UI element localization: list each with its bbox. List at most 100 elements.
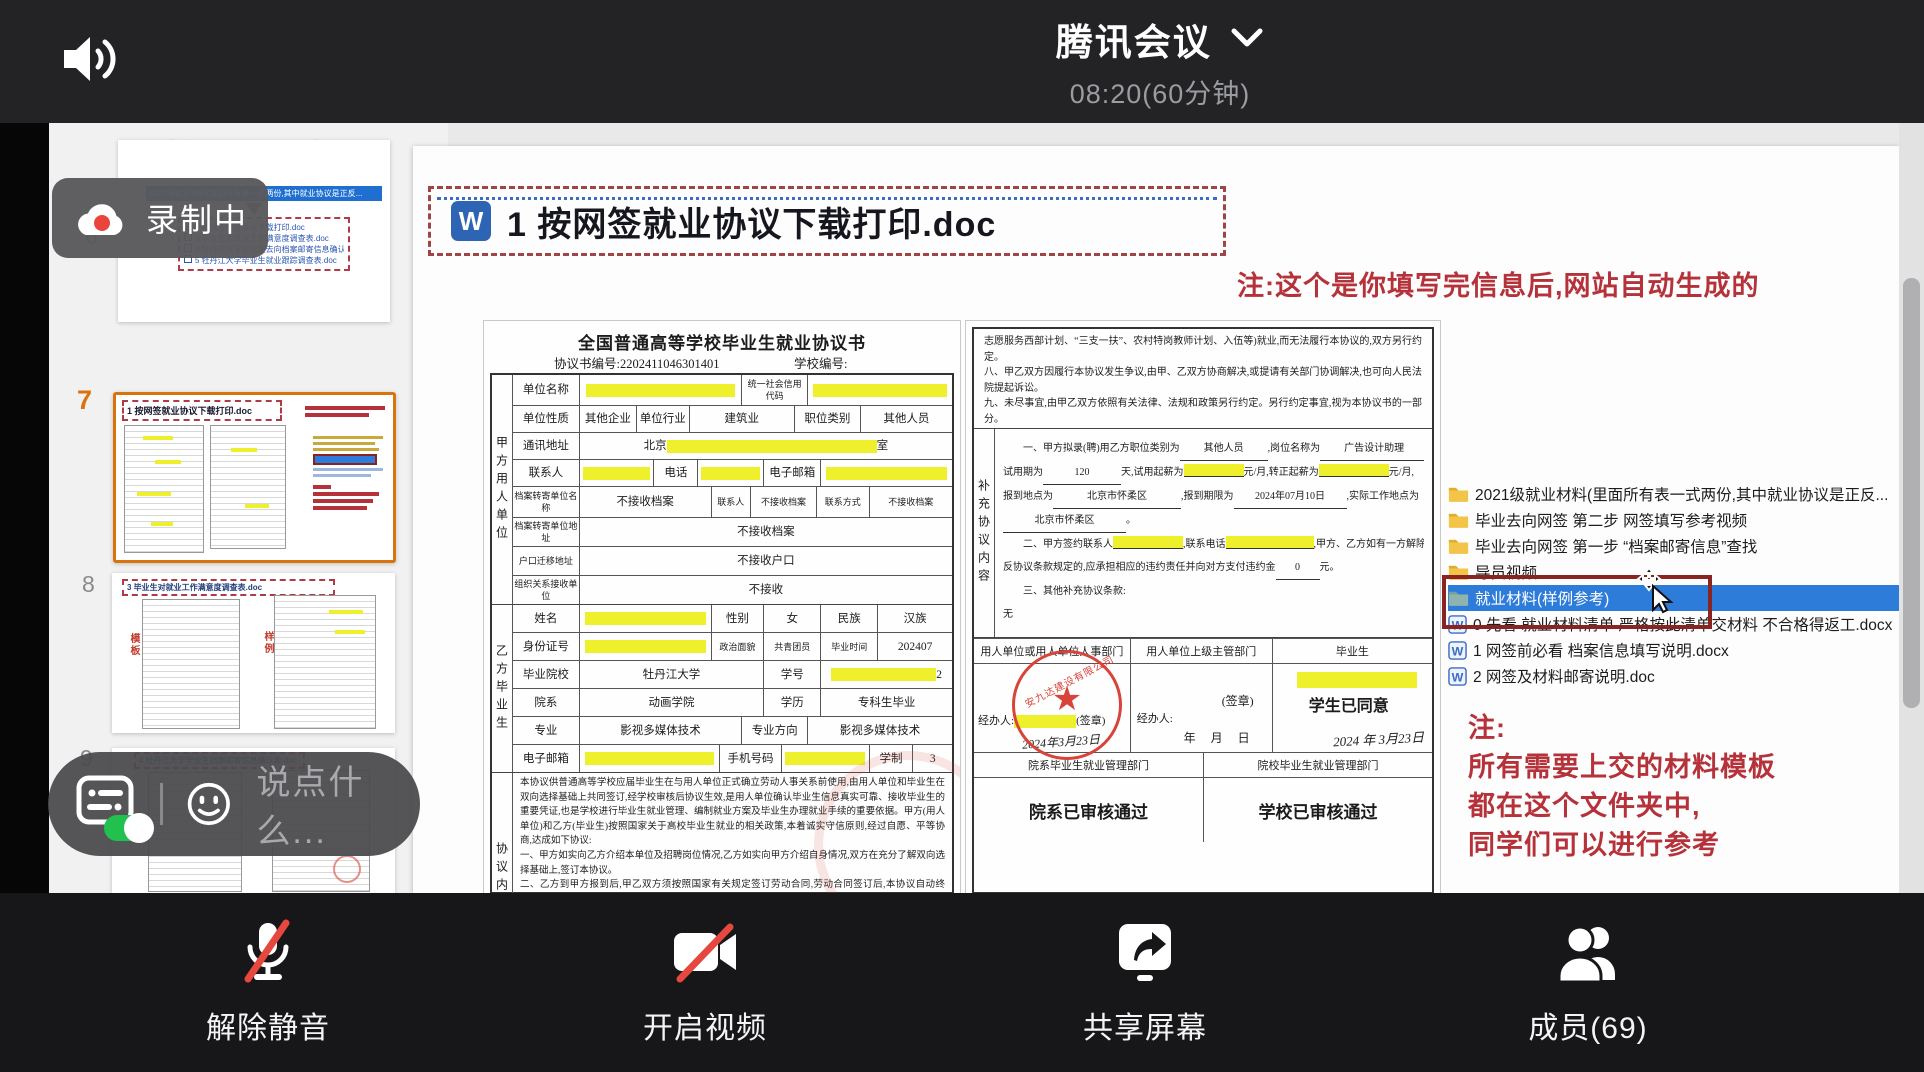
start-video-button[interactable]: 开启视频 bbox=[575, 917, 835, 1047]
form-label-cell: 单位行业 bbox=[636, 406, 689, 432]
dept-approved-school: 学校已审核通过 bbox=[1203, 778, 1432, 842]
agent-label: 经办人: bbox=[978, 715, 1014, 727]
agreement-clauses-continued: 志愿服务西部计划、“三支一扶”、农村特岗教师计划、入伍等)就业,而无法履行本协议… bbox=[974, 329, 1432, 429]
supplement-line: 反协议条款规定的,应承担相应的违约责任并向对方支付违约金0元。 bbox=[1003, 556, 1424, 580]
file-name: 1 网签前必看 档案信息填写说明.docx bbox=[1473, 639, 1729, 661]
form-label-cell: 联系人 bbox=[513, 460, 579, 486]
svg-text:W: W bbox=[1452, 644, 1464, 658]
recording-label: 录制中 bbox=[146, 195, 248, 241]
form-label-cell: 通讯地址 bbox=[513, 433, 579, 459]
thumb8-title: 3 毕业生对就业工作满意度调查表.doc bbox=[122, 579, 335, 596]
captions-toggle[interactable] bbox=[76, 775, 134, 833]
form-value-cell: 不接收档案 bbox=[750, 487, 816, 517]
sig-cell-employer: 安九达建设有限公司 ★ 经办人:(签章) 2024年3月23日 bbox=[974, 664, 1130, 752]
share-screen-button[interactable]: 共享屏幕 bbox=[1015, 917, 1275, 1047]
note-line: 所有需要上交的材料模板 bbox=[1468, 748, 1776, 787]
unmute-button[interactable]: 解除静音 bbox=[138, 917, 398, 1047]
form-label-cell: 组织关系接收单位 bbox=[513, 576, 579, 604]
redacted-highlight bbox=[1113, 536, 1183, 549]
thumb7-right-page bbox=[210, 425, 286, 549]
supplement-line: 试用期为120天,试用起薪为元/月,转正起薪为元/月, bbox=[1003, 461, 1424, 485]
form-label-cell: 档案转寄单位地址 bbox=[513, 518, 579, 546]
file-item[interactable]: W2 网签及材料邮寄说明.doc bbox=[1448, 663, 1903, 689]
dept-header-college: 院系毕业生就业管理部门 bbox=[974, 753, 1203, 777]
members-button[interactable]: 成员(69) bbox=[1458, 917, 1718, 1047]
shared-screen: 大纲 幻灯片 ‹ 6 2021级就业材料(里面所有表一式两份,其中就业协议是正反… bbox=[0, 123, 1924, 893]
form-label-cell: 民族 bbox=[820, 605, 877, 632]
form-label-cell: 联系方式 bbox=[816, 487, 869, 517]
thumb7-left-page bbox=[124, 425, 204, 553]
redacted-highlight bbox=[701, 467, 760, 480]
note-line: 同学们可以进行参考 bbox=[1468, 826, 1776, 865]
thumb7-title: 1 按网签就业协议下载打印.doc bbox=[122, 400, 282, 421]
form-value-cell: 不接收户口 bbox=[579, 547, 952, 575]
file-item[interactable]: 毕业去向网签 第二步 网签填写参考视频 bbox=[1448, 507, 1903, 533]
form-value-cell: 北京室 bbox=[579, 433, 952, 459]
form-label-cell: 学号 bbox=[763, 661, 820, 688]
chevron-down-icon bbox=[1230, 27, 1264, 54]
date-placeholder: 年 月 日 bbox=[1184, 729, 1256, 746]
form-value-cell: 女 bbox=[763, 605, 820, 632]
form-label-cell: 姓名 bbox=[513, 605, 579, 632]
form-value-cell bbox=[820, 460, 952, 486]
supplement-line: 北京市怀柔区。 bbox=[1003, 509, 1424, 533]
form-label-cell: 统一社会信用代码 bbox=[741, 375, 807, 405]
school-number: 学校编号: bbox=[794, 353, 847, 372]
emoji-button[interactable] bbox=[185, 778, 233, 830]
form-section-label: 甲方用人单位 bbox=[492, 375, 513, 604]
redacted-highlight bbox=[585, 612, 706, 625]
file-item[interactable]: 毕业去向网签 第一步 “档案邮寄信息”查找 bbox=[1448, 533, 1903, 559]
thumb8-right-page bbox=[274, 595, 376, 729]
form-page-left: 全国普通高等学校毕业生就业协议书 协议书编号:2202411046301401 … bbox=[483, 320, 961, 893]
meeting-toolbar: 解除静音 开启视频 共享屏幕 bbox=[0, 893, 1924, 1072]
redacted-highlight bbox=[585, 752, 714, 765]
redacted-highlight bbox=[1226, 536, 1314, 549]
captions-toggle-switch[interactable] bbox=[104, 815, 150, 841]
company-seal: 安九达建设有限公司 ★ bbox=[1012, 650, 1122, 760]
form-value-cell: 影视多媒体技术 bbox=[807, 717, 952, 744]
thumb7-red-note bbox=[305, 403, 389, 421]
supplement-line: 一、甲方拟录(聘)用乙方职位类别为其他人员,岗位名称为广告设计助理, bbox=[1003, 437, 1424, 461]
form-label-cell: 院系 bbox=[513, 689, 579, 716]
form-value-cell: 专科生毕业 bbox=[820, 689, 952, 716]
thumb8-left-tag: 模板 bbox=[126, 633, 141, 657]
file-item[interactable]: 2021级就业材料(里面所有表一式两份,其中就业协议是正反... bbox=[1448, 481, 1903, 507]
word-icon: W bbox=[1448, 641, 1467, 660]
form-label-cell: 学历 bbox=[763, 689, 820, 716]
members-label: 成员(69) bbox=[1458, 1003, 1718, 1047]
scrollbar-thumb[interactable] bbox=[1903, 278, 1920, 708]
form-label-cell: 手机号码 bbox=[719, 745, 780, 772]
redacted-highlight bbox=[831, 668, 936, 681]
slide-bottom-note: 注:所有需要上交的材料模板都在这个文件夹中,同学们可以进行参考 bbox=[1468, 709, 1776, 865]
form-label-cell: 电子邮箱 bbox=[763, 460, 820, 486]
chat-input[interactable]: 说点什么... bbox=[256, 755, 420, 853]
file-item[interactable]: W 1 网签前必看 档案信息填写说明.docx bbox=[1448, 637, 1903, 663]
screen-left-margin bbox=[0, 123, 49, 893]
slide-thumbnail-8[interactable]: 3 毕业生对就业工作满意度调查表.doc 模板 样例 bbox=[112, 573, 395, 733]
form-value-cell bbox=[697, 460, 763, 486]
form-label-cell: 毕业院校 bbox=[513, 661, 579, 688]
meeting-title-dropdown[interactable]: 腾讯会议 bbox=[900, 0, 1420, 66]
mouse-cursor bbox=[1635, 566, 1677, 619]
form-label-cell: 电话 bbox=[653, 460, 697, 486]
supplement-line: 二、甲方签约联系人,联系电话,甲方、乙方如有一方解除协议或违 bbox=[1003, 533, 1424, 556]
share-screen-label: 共享屏幕 bbox=[1015, 1003, 1275, 1047]
top-bar: 腾讯会议 08:20(60分钟) bbox=[0, 0, 1924, 123]
slide-doc-title: 1 按网签就业协议下载打印.doc bbox=[507, 197, 996, 246]
sig-header-graduate: 毕业生 bbox=[1272, 639, 1432, 663]
form-value-cell: 其他企业 bbox=[579, 406, 636, 432]
redacted-highlight bbox=[667, 440, 877, 453]
note-line: 都在这个文件夹中, bbox=[1468, 787, 1776, 826]
file-name: 2 网签及材料邮寄说明.doc bbox=[1473, 665, 1655, 687]
speaker-icon[interactable] bbox=[56, 28, 122, 95]
form-label-cell: 电子邮箱 bbox=[513, 745, 579, 772]
form-label-cell: 职位类别 bbox=[794, 406, 860, 432]
graduate-agree-text: 学生已同意 bbox=[1309, 692, 1389, 716]
meeting-timer: 08:20(60分钟) bbox=[900, 72, 1420, 111]
form-value-cell: 牡丹江大学 bbox=[579, 661, 763, 688]
slide-thumbnail-7[interactable]: 1 按网签就业协议下载打印.doc bbox=[113, 392, 396, 563]
form-section-label: 协议内容 bbox=[492, 773, 513, 893]
recording-badge[interactable]: 录制中 bbox=[52, 178, 268, 258]
form-label-cell: 政治面貌 bbox=[711, 633, 764, 660]
file-name: 毕业去向网签 第二步 网签填写参考视频 bbox=[1475, 509, 1747, 531]
